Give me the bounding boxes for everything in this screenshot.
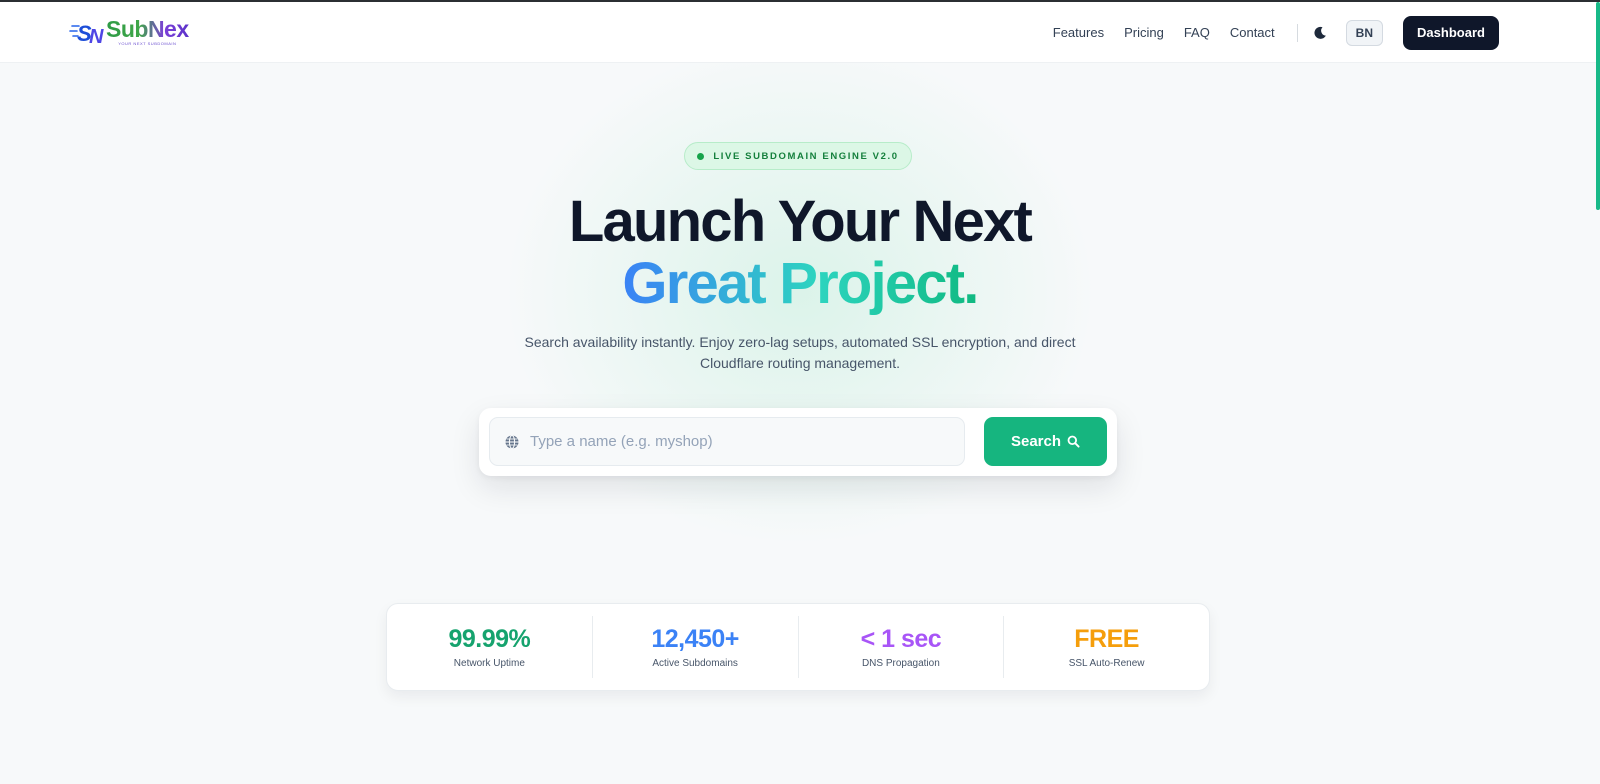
- search-button[interactable]: Search: [984, 417, 1107, 466]
- language-toggle-button[interactable]: BN: [1345, 19, 1383, 46]
- subdomain-search-input[interactable]: [530, 433, 950, 450]
- stat-value: FREE: [1074, 625, 1139, 653]
- landing-page: S N SubNex YOUR NEXT SUBDOMAIN Features …: [0, 0, 1600, 784]
- stat-value: 99.99%: [448, 625, 531, 653]
- logo-tagline: YOUR NEXT SUBDOMAIN: [118, 41, 177, 46]
- badge-label: LIVE SUBDOMAIN ENGINE V2.0: [713, 150, 899, 162]
- nav-link-features[interactable]: Features: [1053, 25, 1104, 40]
- stat-value: < 1 sec: [860, 625, 942, 653]
- stat-label: DNS Propagation: [861, 658, 940, 669]
- stat-label: SSL Auto-Renew: [1068, 658, 1145, 669]
- stat-dns-propagation: < 1 sec DNS Propagation: [799, 616, 1005, 678]
- live-dot-icon: [697, 152, 705, 160]
- hero-title-line-1: Launch Your Next: [568, 189, 1033, 254]
- hero-subtitle: Search availability instantly. Enjoy zer…: [524, 334, 1076, 371]
- search-field[interactable]: [489, 417, 965, 466]
- nav-divider: [1296, 23, 1298, 42]
- stat-label: Network Uptime: [453, 658, 525, 669]
- hero-title-line-2: Great Project.: [0, 252, 1600, 316]
- dashboard-button[interactable]: Dashboard: [1403, 15, 1499, 50]
- site-header: S N SubNex YOUR NEXT SUBDOMAIN Features …: [0, 2, 1600, 63]
- stat-ssl-auto-renew: FREE SSL Auto-Renew: [1004, 616, 1209, 678]
- scrollbar-thumb[interactable]: [1596, 2, 1600, 210]
- search-icon: [1067, 435, 1080, 448]
- version-badge: LIVE SUBDOMAIN ENGINE V2.0: [684, 142, 912, 170]
- logo[interactable]: S N SubNex YOUR NEXT SUBDOMAIN: [68, 16, 189, 48]
- svg-text:N: N: [89, 26, 104, 47]
- search-button-label: Search: [1010, 433, 1062, 450]
- moon-icon[interactable]: [1312, 25, 1328, 41]
- stat-active-subdomains: 12,450+ Active Subdomains: [593, 616, 799, 678]
- nav-link-faq[interactable]: FAQ: [1184, 25, 1210, 40]
- logo-name: SubNex: [106, 16, 189, 42]
- stats-bar: 99.99% Network Uptime 12,450+ Active Sub…: [386, 603, 1210, 691]
- search-card: Search: [479, 408, 1117, 476]
- sn-logo-icon: S N: [69, 21, 104, 47]
- main-nav: Features Pricing FAQ Contact BN Dashboar…: [1053, 2, 1600, 63]
- nav-link-pricing[interactable]: Pricing: [1124, 25, 1164, 40]
- stat-network-uptime: 99.99% Network Uptime: [387, 616, 593, 678]
- stat-value: 12,450+: [651, 625, 739, 653]
- stat-label: Active Subdomains: [652, 658, 738, 669]
- nav-link-contact[interactable]: Contact: [1230, 25, 1275, 40]
- globe-icon: [504, 434, 520, 450]
- hero-title-gradient-text: Great Project.: [622, 251, 979, 316]
